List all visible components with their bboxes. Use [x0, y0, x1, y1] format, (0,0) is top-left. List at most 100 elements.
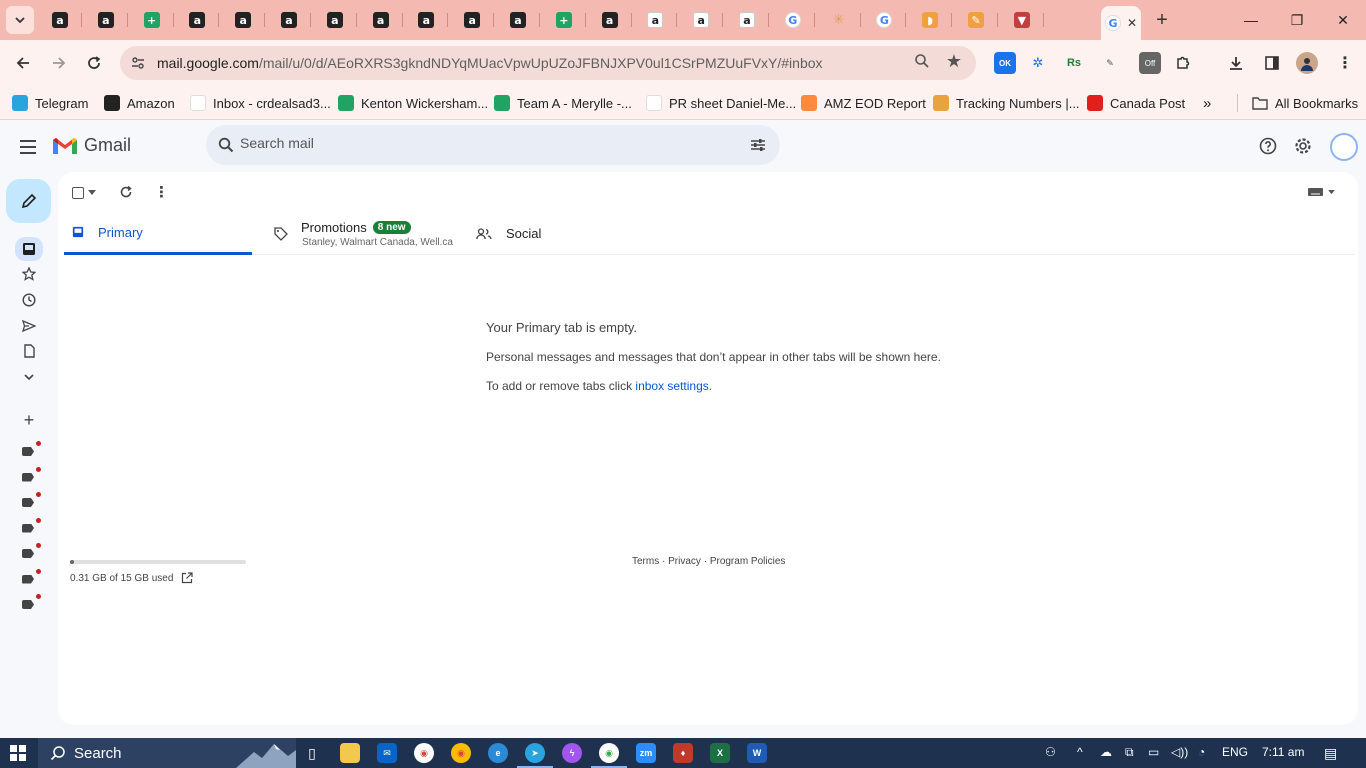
search-icon[interactable]	[218, 137, 234, 153]
browser-tab[interactable]: a	[84, 6, 128, 34]
chevron-up-icon[interactable]: ^	[1077, 745, 1083, 759]
label-icon[interactable]	[22, 447, 34, 456]
browser-tab[interactable]: ▼	[1000, 6, 1044, 34]
bookmark-item[interactable]: AMZ EOD Report	[801, 92, 926, 114]
nav-sent[interactable]	[18, 316, 40, 336]
label-icon[interactable]	[22, 549, 34, 558]
label-icon[interactable]	[22, 498, 34, 507]
open-external-icon[interactable]	[181, 572, 194, 584]
telegram-icon[interactable]: ➤	[517, 743, 553, 768]
main-menu-button[interactable]	[14, 133, 42, 161]
browser-tab[interactable]: a	[175, 6, 220, 34]
browser-tab[interactable]: a	[633, 6, 678, 34]
browser-tab[interactable]: a	[679, 6, 724, 34]
reload-button[interactable]	[79, 48, 109, 78]
label-icon[interactable]	[22, 600, 34, 609]
zoom-icon[interactable]	[914, 53, 930, 73]
nav-drafts[interactable]	[18, 341, 40, 361]
more-bookmarks-button[interactable]: »	[1203, 92, 1211, 114]
label-icon[interactable]	[22, 472, 34, 482]
browser-tab[interactable]: a	[359, 6, 403, 34]
bookmark-item[interactable]: Telegram	[12, 92, 88, 114]
file-explorer-icon[interactable]	[340, 743, 360, 763]
browser-tab[interactable]: G	[771, 6, 815, 34]
bookmark-star-icon[interactable]: ★	[946, 51, 962, 72]
chrome-active-icon[interactable]: ◉	[591, 743, 627, 768]
tab-social[interactable]: Social	[476, 212, 541, 255]
search-input[interactable]	[240, 135, 720, 151]
gmail-logo[interactable]: Gmail	[52, 135, 131, 156]
downloads-icon[interactable]	[1225, 52, 1247, 74]
search-options-icon[interactable]	[750, 137, 766, 153]
edge-icon[interactable]: e	[488, 743, 508, 763]
battery-icon[interactable]: ▭	[1148, 745, 1159, 759]
zoom-app-icon[interactable]: zm	[636, 743, 656, 763]
nav-more[interactable]	[18, 367, 40, 387]
program-policies-link[interactable]: Program Policies	[710, 556, 786, 567]
restore-button[interactable]: ❐	[1274, 6, 1320, 34]
device-tray-icon[interactable]: ⧉	[1125, 745, 1134, 760]
ok-extension-icon[interactable]: OK	[994, 52, 1016, 74]
more-options-icon[interactable]: ⋮	[154, 184, 169, 201]
mail-app-icon[interactable]: ✉	[377, 743, 397, 763]
create-label-icon[interactable]: +	[18, 410, 40, 430]
browser-tab[interactable]: +	[542, 6, 586, 34]
app-icon[interactable]: ♦	[673, 743, 693, 763]
rs-extension-icon[interactable]: Rs	[1063, 52, 1085, 74]
browser-tab[interactable]: +	[130, 6, 174, 34]
address-bar[interactable]: mail.google.com/mail/u/0/d/AEoRXRS3gkndN…	[120, 46, 976, 80]
browser-tab[interactable]: ✎	[954, 6, 998, 34]
tab-primary[interactable]: Primary	[64, 212, 252, 255]
nav-inbox[interactable]	[15, 237, 43, 261]
chrome-icon[interactable]: ◉	[414, 743, 434, 763]
new-tab-button[interactable]: +	[1150, 8, 1174, 32]
bookmark-item[interactable]: Team A - Merylle -...	[494, 92, 632, 114]
task-view-icon[interactable]: ▯	[302, 743, 322, 763]
messenger-icon[interactable]: ϟ	[562, 743, 582, 763]
terms-link[interactable]: Terms	[632, 556, 659, 567]
bookmark-item[interactable]: Tracking Numbers |...	[933, 92, 1080, 114]
bookmark-item[interactable]: Amazon	[104, 92, 175, 114]
input-tools-button[interactable]	[1308, 184, 1335, 200]
browser-tab[interactable]: a	[267, 6, 311, 34]
active-tab-gmail[interactable]: G ✕	[1101, 6, 1141, 40]
profile-avatar-icon[interactable]	[1296, 52, 1318, 74]
wifi-icon[interactable]: ◔	[1198, 745, 1205, 759]
close-window-button[interactable]: ✕	[1320, 6, 1366, 34]
notifications-icon[interactable]: ▤	[1324, 745, 1337, 762]
chrome-profile-icon[interactable]: ◉	[451, 743, 471, 763]
off-extension-icon[interactable]: Off	[1139, 52, 1161, 74]
extension-gear-icon[interactable]: ✲	[1027, 52, 1049, 74]
browser-tab[interactable]: ◗	[908, 6, 953, 34]
browser-tab[interactable]: a	[496, 6, 540, 34]
help-icon[interactable]	[1257, 135, 1279, 157]
refresh-button[interactable]	[119, 184, 133, 200]
puzzle-extensions-icon[interactable]	[1172, 52, 1194, 74]
browser-tab[interactable]: ✳	[817, 6, 861, 34]
taskbar-search-box[interactable]: Search	[38, 738, 296, 768]
browser-tab[interactable]: G	[862, 6, 907, 34]
word-icon[interactable]: W	[747, 743, 767, 763]
browser-tab[interactable]: a	[450, 6, 495, 34]
close-tab-icon[interactable]: ✕	[1127, 16, 1137, 30]
label-icon[interactable]	[22, 523, 34, 533]
select-checkbox[interactable]	[72, 185, 96, 201]
settings-gear-icon[interactable]	[1292, 135, 1314, 157]
back-button[interactable]	[8, 48, 38, 78]
browser-menu-icon[interactable]: ⋮	[1334, 52, 1356, 74]
pen-extension-icon[interactable]: ✎	[1099, 52, 1121, 74]
nav-snoozed[interactable]	[18, 290, 40, 310]
minimize-button[interactable]: —	[1228, 6, 1274, 34]
compose-button[interactable]	[6, 179, 51, 223]
cloud-tray-icon[interactable]: ☁	[1100, 745, 1112, 759]
people-tray-icon[interactable]: ⚇	[1045, 745, 1056, 759]
excel-icon[interactable]: X	[710, 743, 730, 763]
language-indicator[interactable]: ENG	[1222, 745, 1248, 759]
inbox-settings-link[interactable]: inbox settings	[635, 379, 708, 393]
bookmark-item[interactable]: Inbox - crdealsad3...	[190, 92, 331, 114]
privacy-link[interactable]: Privacy	[668, 556, 701, 567]
bookmark-item[interactable]: PR sheet Daniel-Me...	[646, 92, 796, 114]
browser-tab[interactable]: a	[221, 6, 266, 34]
all-bookmarks-folder[interactable]: All Bookmarks	[1252, 92, 1358, 114]
bookmark-item[interactable]: Canada Post	[1087, 92, 1185, 114]
